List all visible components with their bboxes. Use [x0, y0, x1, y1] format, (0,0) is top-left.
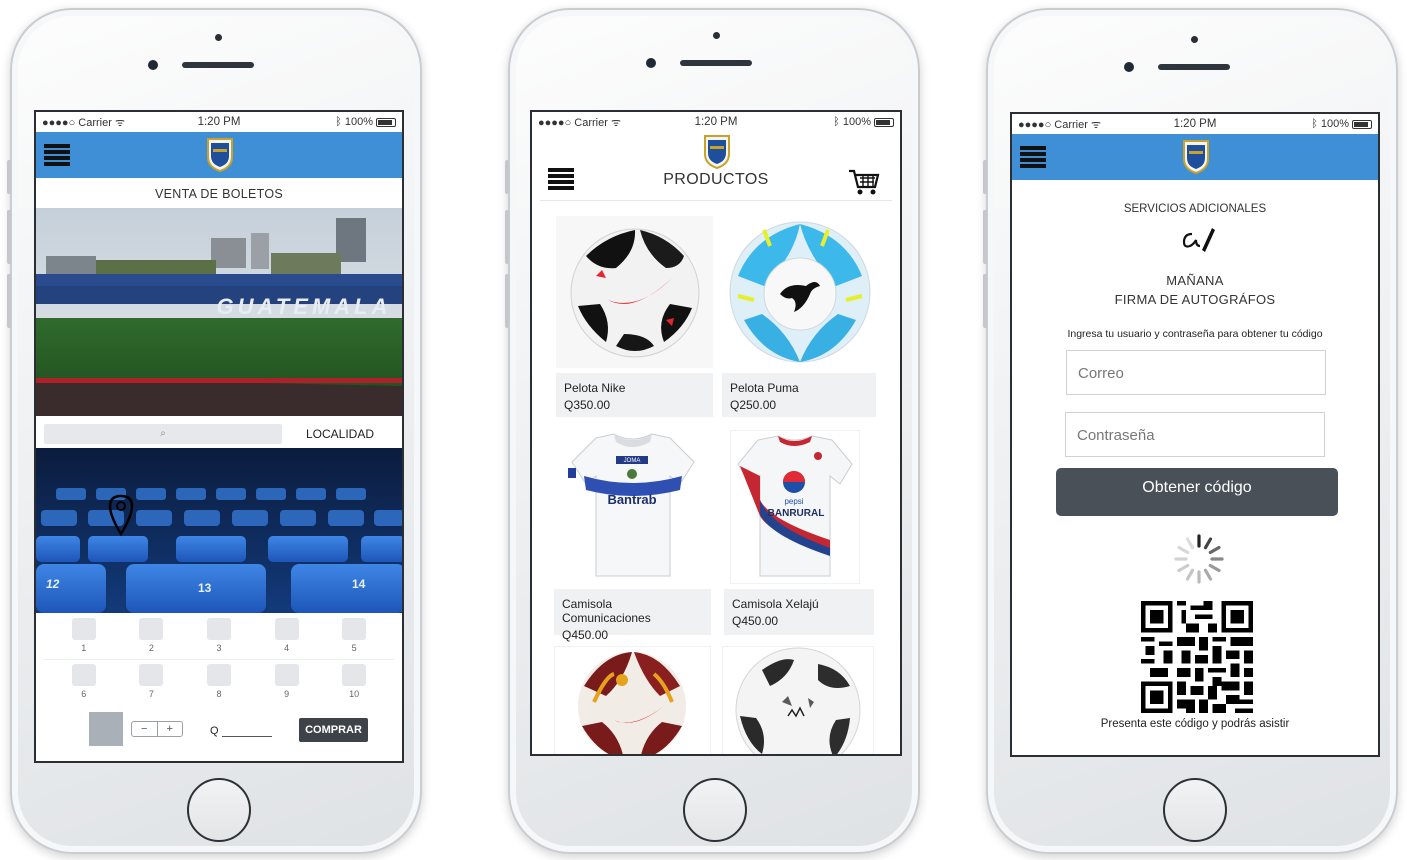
- header-bar: [1012, 134, 1378, 180]
- seat-box[interactable]: 2: [139, 618, 164, 653]
- seat-number-14: 14: [352, 577, 366, 591]
- cart-icon[interactable]: [848, 168, 880, 196]
- product-card[interactable]: Pelota Puma Q250.00: [722, 216, 876, 417]
- event-day: MAÑANA: [1166, 273, 1224, 288]
- seat-box[interactable]: 1: [71, 618, 96, 653]
- page-title: VENTA DE BOLETOS: [155, 187, 283, 201]
- stadium-photo: GUATEMALA: [36, 208, 402, 416]
- xelaju-jersey-image: pepsi BANRURAL: [729, 429, 861, 585]
- increment-button[interactable]: +: [158, 722, 183, 736]
- localidad-label[interactable]: LOCALIDAD: [306, 427, 374, 441]
- instructions-text: Ingresa tu usuario y contraseña para obt…: [1067, 328, 1323, 340]
- product-price: Q450.00: [732, 614, 779, 628]
- menu-icon[interactable]: [44, 144, 70, 166]
- status-bar: ●●●●○ Carrier ᯤ 1:20 PM ᛒ 100%: [1012, 114, 1378, 134]
- product-card[interactable]: Pelota Nike Q350.00: [556, 216, 713, 417]
- stadium-text: GUATEMALA: [217, 294, 392, 319]
- product-card[interactable]: JOMA Bantrab Camisola Comunicaciones Q45…: [554, 430, 711, 642]
- menu-icon[interactable]: [1020, 146, 1046, 168]
- seat-number-12: 12: [46, 577, 60, 591]
- seats-photo: 12 13 14: [36, 448, 402, 613]
- team-crest-logo: [1183, 140, 1209, 175]
- product-name: Pelota Puma: [730, 381, 799, 395]
- nike-ball-image: [556, 216, 713, 368]
- phone-tickets: ●●●●○ Carrier ᯤ 1:20 PM ᛒ 100% VENTA DE …: [7, 8, 422, 854]
- clock: 1:20 PM: [197, 116, 241, 128]
- product-card[interactable]: pepsi BANRURAL Camisola Xelajú Q450.00: [724, 429, 874, 635]
- jersey-sponsor-text: BANRURAL: [768, 508, 825, 519]
- currency-label: Q: [210, 725, 219, 737]
- buy-button[interactable]: COMPRAR: [299, 718, 368, 742]
- adidas-telstar-ball-image[interactable]: [722, 646, 874, 756]
- nike-ordem-ball-image[interactable]: [554, 646, 711, 756]
- autograph-pen-icon: [1182, 228, 1215, 252]
- product-name: Camisola Xelajú: [732, 597, 819, 611]
- product-price: Q350.00: [564, 398, 611, 412]
- seat-box[interactable]: 7: [139, 664, 164, 699]
- password-field[interactable]: Contraseña: [1065, 412, 1325, 457]
- decrement-button[interactable]: −: [132, 722, 158, 736]
- search-input[interactable]: ⌕: [44, 424, 282, 444]
- jersey-brand-text: pepsi: [784, 497, 803, 506]
- search-icon: ⌕: [160, 428, 166, 439]
- page-title: SERVICIOS ADICIONALES: [1123, 203, 1267, 215]
- product-name: Pelota Nike: [564, 381, 626, 395]
- home-button[interactable]: [187, 778, 251, 842]
- email-field[interactable]: Correo: [1066, 350, 1326, 395]
- product-price: Q450.00: [562, 628, 609, 642]
- clock: 1:20 PM: [1173, 118, 1217, 130]
- screen-tickets: ●●●●○ Carrier ᯤ 1:20 PM ᛒ 100% VENTA DE …: [34, 110, 404, 763]
- product-price: Q250.00: [730, 398, 777, 412]
- team-crest-logo: [704, 135, 730, 170]
- header-bar: [36, 132, 402, 178]
- seat-box[interactable]: 5: [342, 618, 367, 653]
- seat-box[interactable]: 3: [206, 618, 231, 653]
- screen-products: ●●●●○ Carrier ᯤ 1:20 PM ᛒ 100% PRODUCTOS: [530, 110, 902, 756]
- selected-seat-swatch: [89, 712, 123, 746]
- seat-box[interactable]: 9: [274, 664, 299, 699]
- email-placeholder: Correo: [1078, 365, 1124, 382]
- footer-text: Presenta este código y podrás asistir: [1100, 718, 1290, 730]
- seat-box[interactable]: 4: [274, 618, 299, 653]
- loading-spinner-icon: [1174, 534, 1224, 584]
- phone-products: ●●●●○ Carrier ᯤ 1:20 PM ᛒ 100% PRODUCTOS: [505, 8, 920, 854]
- screen-services: ●●●●○ Carrier ᯤ 1:20 PM ᛒ 100% SERVICIOS…: [1010, 112, 1380, 757]
- phone-services: ●●●●○ Carrier ᯤ 1:20 PM ᛒ 100% SERVICIOS…: [983, 8, 1398, 854]
- seat-box[interactable]: 6: [71, 664, 96, 699]
- qr-code-image: [1141, 601, 1253, 713]
- comunicaciones-jersey-image: JOMA Bantrab: [554, 430, 711, 584]
- jersey-sponsor-text: Bantrab: [607, 492, 656, 507]
- seat-box[interactable]: 8: [206, 664, 231, 699]
- clock: 1:20 PM: [694, 116, 738, 128]
- home-button[interactable]: [683, 778, 747, 842]
- product-name: Camisola Comunicaciones: [562, 597, 651, 625]
- status-bar: ●●●●○ Carrier ᯤ 1:20 PM ᛒ 100%: [36, 112, 402, 132]
- quantity-stepper[interactable]: − +: [131, 721, 183, 737]
- team-crest-logo: [207, 138, 233, 173]
- password-placeholder: Contraseña: [1077, 427, 1155, 444]
- seat-box[interactable]: 10: [342, 664, 367, 699]
- event-name: FIRMA DE AUTOGRÁFOS: [1114, 292, 1276, 307]
- seat-grid: 1 2 3 4 5 6 7 8 9 10: [36, 618, 402, 699]
- home-button[interactable]: [1163, 778, 1227, 842]
- status-bar: ●●●●○ Carrier ᯤ 1:20 PM ᛒ 100%: [532, 112, 900, 132]
- get-code-button[interactable]: Obtener código: [1056, 468, 1338, 516]
- page-title: PRODUCTOS: [663, 171, 769, 188]
- seat-number-13: 13: [198, 581, 212, 595]
- jersey-brand-text: JOMA: [624, 458, 641, 464]
- price-field[interactable]: [222, 736, 272, 737]
- puma-ball-image: [724, 216, 876, 368]
